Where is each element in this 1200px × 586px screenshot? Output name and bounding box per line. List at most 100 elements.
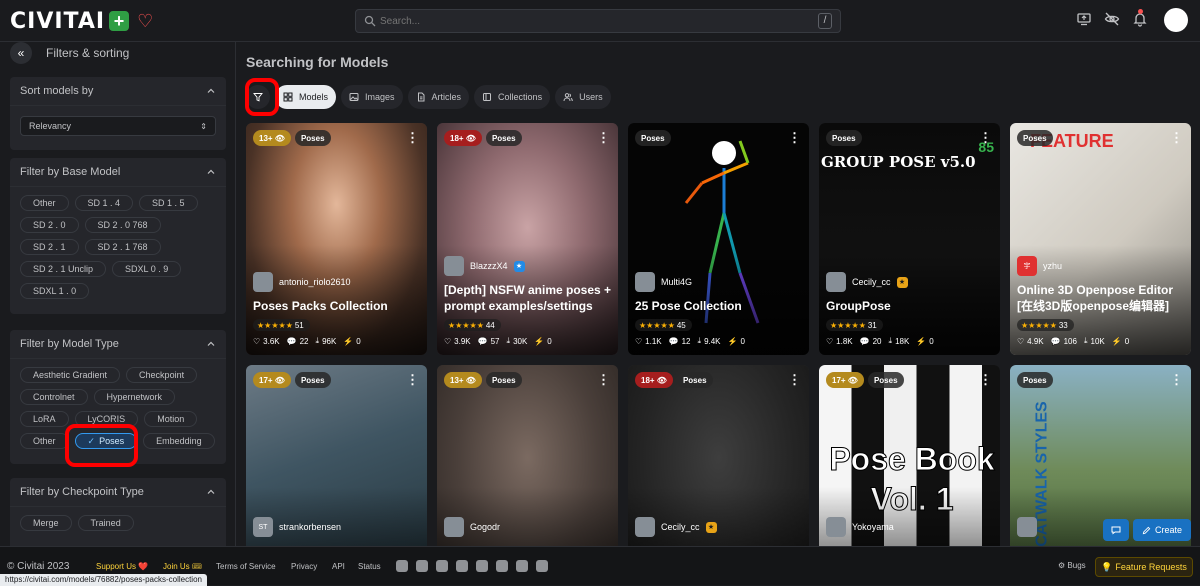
model-card[interactable]: Pose Book Vol. 117+ 👁Poses⋮YokoyamaSuper… [819,365,1000,546]
model-card[interactable]: 18+ 👁Poses⋮Cecily_cc★LIEONPOSE [628,365,809,546]
card-menu-icon[interactable]: ⋮ [979,131,992,144]
model-type-panel-header[interactable]: Filter by Model Type [10,330,226,358]
base-model-chip[interactable]: SD 2 . 1 [20,239,79,255]
youtube-icon[interactable] [456,560,468,572]
support-us-link[interactable]: Support Us ❤️ [96,562,148,571]
twitter-icon[interactable] [416,560,428,572]
content-rating-badge[interactable]: 17+ 👁 [826,372,864,388]
base-model-panel-header[interactable]: Filter by Base Model [10,158,226,186]
card-menu-icon[interactable]: ⋮ [979,373,992,386]
creator-info[interactable]: Multi4G [635,272,692,292]
eye-off-icon[interactable] [1104,11,1120,27]
card-menu-icon[interactable]: ⋮ [1170,131,1183,144]
top-header: CIVITAI + ♡ / [0,0,1200,42]
creator-info[interactable]: Gogodr [444,517,500,537]
base-model-chip[interactable]: SDXL 0 . 9 [112,261,182,277]
model-type-chip[interactable]: Checkpoint [126,367,198,383]
search-input[interactable] [380,13,780,29]
sort-panel-header[interactable]: Sort models by [10,77,226,105]
model-name[interactable]: 25 Pose Collection [635,298,805,314]
model-type-chip[interactable]: Embedding [143,433,215,449]
civitai-logo[interactable]: CIVITAI + ♡ [10,8,153,34]
model-type-chip[interactable]: Aesthetic Gradient [20,367,121,383]
heart-icon[interactable]: ♡ [137,11,153,32]
model-type-chip[interactable]: Motion [144,411,198,427]
tab-users[interactable]: Users [555,85,611,109]
search-bar[interactable]: / [355,9,841,33]
tip-count-value: 0 [547,336,552,346]
base-model-chip[interactable]: Other [20,195,69,211]
api-link[interactable]: API [332,562,345,571]
twitch-icon[interactable] [536,560,548,572]
tab-articles[interactable]: Articles [407,85,470,109]
model-name[interactable]: [Depth] NSFW anime poses + prompt exampl… [444,282,614,314]
upload-icon[interactable] [1076,11,1092,27]
creator-info[interactable]: Cecily_cc ★ [635,517,717,537]
model-card[interactable]: 18+ 👁 Poses ⋮ BlazzzX4 ★ [Depth] NSFW anime p… [437,123,618,355]
card-menu-icon[interactable]: ⋮ [406,373,419,386]
content-rating-badge[interactable]: 13+ 👁 [444,372,482,388]
base-model-chip[interactable]: SD 2 . 0 768 [84,217,161,233]
model-card[interactable]: FEATURE Poses ⋮ 宇 yzhu Online 3D Openpose Edi… [1010,123,1191,355]
creator-info[interactable] [1017,517,1037,537]
model-card[interactable]: 13+ 👁 Poses ⋮ antonio_riolo2610 Poses Packs … [246,123,427,355]
model-name[interactable]: Online 3D Openpose Editor [在线3D版openpose… [1017,282,1187,314]
user-avatar[interactable] [1164,8,1188,32]
feature-requests-button[interactable]: 💡 Feature Requests [1095,557,1193,577]
tab-collections[interactable]: Collections [474,85,551,109]
content-rating-badge[interactable]: 17+ 👁 [253,372,291,388]
base-model-chip[interactable]: SDXL 1 . 0 [20,283,90,299]
card-menu-icon[interactable]: ⋮ [597,373,610,386]
creator-info[interactable]: Cecily_cc ★ [826,272,908,292]
reddit-icon[interactable] [496,560,508,572]
card-menu-icon[interactable]: ⋮ [1170,373,1183,386]
create-button[interactable]: Create [1133,519,1191,541]
creator-info[interactable]: Yokoyama [826,517,894,537]
card-menu-icon[interactable]: ⋮ [788,131,801,144]
content-rating-badge[interactable]: 13+ 👁 [253,130,291,146]
card-menu-icon[interactable]: ⋮ [788,373,801,386]
base-model-chip[interactable]: SD 1 . 4 [74,195,134,211]
base-model-chip[interactable]: SD 2 . 0 [20,217,79,233]
instagram-icon[interactable] [436,560,448,572]
model-type-chip[interactable]: Other [20,433,69,449]
base-model-chip[interactable]: SD 2 . 1 Unclip [20,261,107,277]
status-link[interactable]: Status [358,562,381,571]
tab-images[interactable]: Images [341,85,403,109]
model-name[interactable]: GroupPose [826,298,996,314]
creator-info[interactable]: 宇 yzhu [1017,256,1062,276]
model-type-chip[interactable]: Controlnet [20,389,88,405]
bugs-link[interactable]: ⚙ Bugs [1058,561,1086,570]
tiktok-icon[interactable] [476,560,488,572]
collapse-sidebar-button[interactable]: « [10,42,32,64]
discord-icon[interactable] [396,560,408,572]
checkpoint-type-chip[interactable]: Trained [77,515,134,531]
model-card[interactable]: 17+ 👁Poses⋮STstrankorbensenAction Poses [246,365,427,546]
creator-info[interactable]: ST strankorbensen [253,517,341,537]
tab-models[interactable]: Models [275,85,337,109]
checkpoint-type-panel-header[interactable]: Filter by Checkpoint Type [10,478,226,506]
model-type-chip[interactable]: Hypernetwork [93,389,176,405]
content-rating-badge[interactable]: 18+ 👁 [635,372,673,388]
checkpoint-type-chip[interactable]: Merge [20,515,72,531]
join-us-link[interactable]: Join Us 🎟 [163,562,202,571]
base-model-chip[interactable]: SD 1 . 5 [139,195,198,211]
model-card[interactable]: 13+ 👁Poses⋮GogodrSad Cat Dance Animation… [437,365,618,546]
creator-info[interactable]: antonio_riolo2610 [253,272,351,292]
base-model-chip[interactable]: SD 2 . 1 768 [84,239,161,255]
terms-link[interactable]: Terms of Service [216,562,276,571]
github-icon[interactable] [516,560,528,572]
model-name[interactable]: Poses Packs Collection [253,298,423,314]
base-model-chips: Other SD 1 . 4 SD 1 . 5 SD 2 . 0 SD 2 . 0 76… [10,187,226,299]
chip-label: Other [33,436,56,446]
creator-info[interactable]: BlazzzX4 ★ [444,256,525,276]
model-type-chip[interactable]: LoRA [20,411,69,427]
sort-select[interactable]: Relevancy ⇕ [20,116,216,136]
content-rating-badge[interactable]: 18+ 👁 [444,130,482,146]
model-card[interactable]: GROUP POSE v5.0 85 Poses ⋮ Cecily_cc ★ GroupPo… [819,123,1000,355]
model-card[interactable]: Poses ⋮ Multi4G 25 Pose Collection ★★★★★ 45 ♡ 1… [628,123,809,355]
chat-button[interactable] [1103,519,1129,541]
card-menu-icon[interactable]: ⋮ [406,131,419,144]
privacy-link[interactable]: Privacy [291,562,317,571]
card-menu-icon[interactable]: ⋮ [597,131,610,144]
